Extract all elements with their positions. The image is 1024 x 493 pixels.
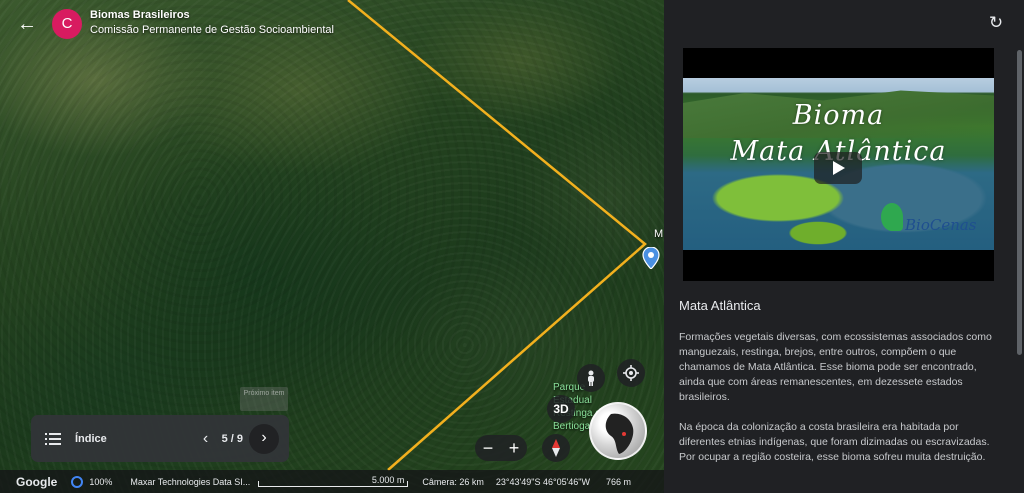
zoom-out-button[interactable]: −: [483, 438, 494, 459]
index-label[interactable]: Índice: [75, 433, 198, 445]
pegman-icon[interactable]: [577, 364, 605, 392]
toggle-3d-button[interactable]: 3D: [547, 395, 575, 423]
paragraph: Formações vegetais diversas, com ecossis…: [679, 331, 992, 403]
zoom-control: − +: [475, 435, 527, 461]
google-logo: Google: [16, 474, 58, 489]
content-body: Formações vegetais diversas, com ecossis…: [679, 330, 1005, 480]
back-arrow-icon[interactable]: ←: [14, 12, 40, 38]
coordinates: 23°43'49"S 46°05'46"W: [495, 476, 590, 487]
video-player[interactable]: Bioma Mata Atlântica BioCenas: [683, 48, 994, 281]
elevation: 766 m: [606, 476, 632, 487]
story-title: Biomas Brasileiros: [90, 9, 190, 21]
globe-icon[interactable]: [589, 402, 647, 460]
paragraph: Na época da colonização a costa brasilei…: [679, 421, 990, 463]
next-place-card[interactable]: Próximo item: [240, 387, 288, 411]
compass-icon[interactable]: [542, 434, 570, 462]
location-pin-icon[interactable]: [642, 247, 660, 269]
leaf-logo-icon: [881, 203, 903, 231]
story-panel: ↻ Bioma Mata Atlântica BioCenas Mata Atl…: [664, 0, 1024, 493]
scale-bar: 5.000 m: [258, 474, 409, 489]
play-button[interactable]: [814, 152, 862, 184]
map-view[interactable]: ← C Biomas Brasileiros Comissão Permanen…: [0, 0, 664, 493]
loading-ring-icon: [71, 475, 84, 488]
chevron-left-icon[interactable]: ‹: [198, 430, 214, 448]
loading-percent: 100%: [89, 476, 113, 487]
list-icon[interactable]: [45, 432, 61, 445]
refresh-icon[interactable]: ↻: [986, 13, 1006, 33]
zoom-in-button[interactable]: +: [509, 438, 520, 459]
content-title: Mata Atlântica: [679, 298, 761, 313]
chevron-right-icon[interactable]: ›: [249, 423, 279, 454]
scale-label: 5.000 m: [371, 474, 405, 485]
pin-label: M: [654, 228, 664, 240]
avatar: C: [52, 9, 82, 39]
page-indicator: 5 / 9: [221, 432, 243, 445]
status-bar: Google 100% Maxar Technologies Data SI..…: [0, 470, 664, 493]
attribution[interactable]: Maxar Technologies Data SI...: [130, 477, 258, 487]
my-location-icon[interactable]: [617, 359, 645, 387]
story-subtitle: Comissão Permanente de Gestão Socioambie…: [90, 24, 334, 36]
video-title-line1: Bioma: [792, 100, 885, 131]
scrollbar[interactable]: [1017, 50, 1022, 355]
index-bar: Índice ‹ 5 / 9 ›: [31, 415, 289, 462]
camera-altitude: Câmera: 26 km: [422, 476, 484, 487]
video-logo-text: BioCenas: [905, 216, 977, 234]
